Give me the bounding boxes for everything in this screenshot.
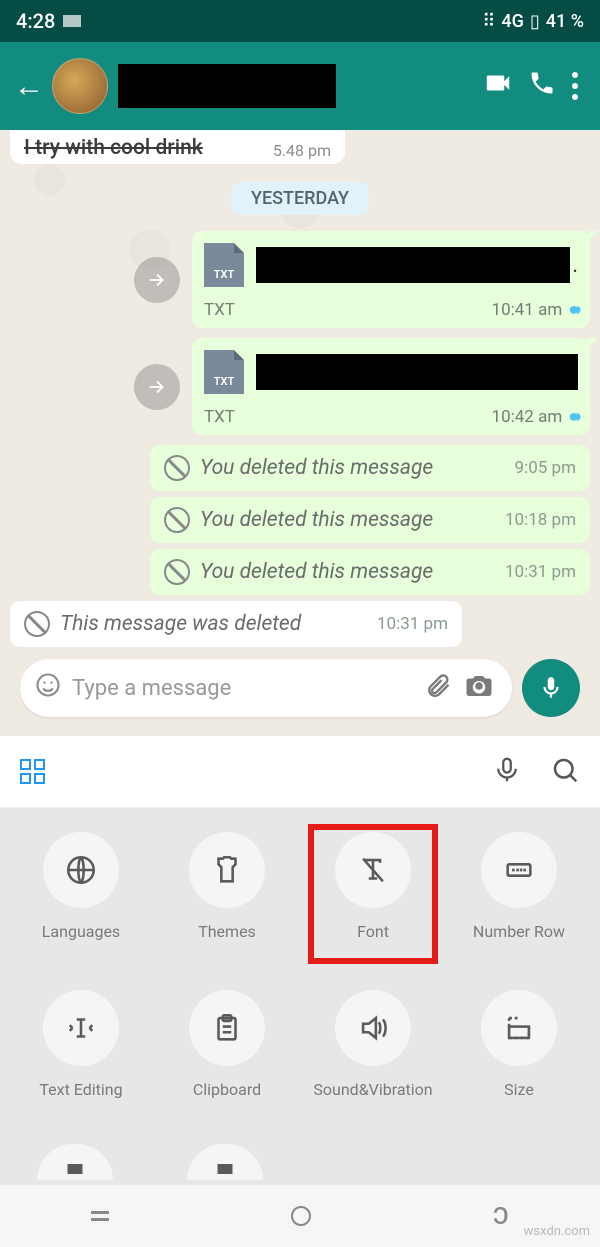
message-time: 10:31 pm — [377, 614, 448, 634]
keyboard-menu-icon[interactable] — [20, 759, 45, 784]
date-separator: YESTERDAY — [10, 182, 590, 215]
input-placeholder: Type a message — [72, 676, 416, 701]
read-receipt-icon: ●◗ — [568, 299, 578, 320]
keyboard-item-size[interactable]: Size — [446, 980, 592, 1134]
keyboard-item-sound-vibration[interactable]: Sound&Vibration — [300, 980, 446, 1134]
search-icon[interactable] — [550, 755, 580, 789]
keyboard-item-clipboard[interactable]: Clipboard — [154, 980, 300, 1134]
keyboard-item-languages[interactable]: Languages — [8, 822, 154, 976]
keyboard-panel-row3 — [0, 1140, 600, 1184]
filename-redacted — [256, 247, 570, 283]
deleted-message-in[interactable]: This message was deleted 10:31 pm — [10, 601, 462, 647]
back-arrow-icon[interactable]: ← — [14, 69, 44, 104]
network-label: 4G — [501, 11, 524, 32]
camera-icon[interactable] — [464, 671, 494, 705]
signal-icon: ⠿ — [482, 11, 495, 32]
message-time: 5.48 pm — [273, 141, 331, 160]
keyboard-item-number-row[interactable]: Number Row — [446, 822, 592, 976]
outgoing-file-message[interactable]: TXT TXT 10:42 am ●◗ — [192, 338, 590, 435]
keyboard-item-text-editing[interactable]: Text Editing — [8, 980, 154, 1134]
keyboard-item-font[interactable]: Font — [300, 822, 446, 976]
chat-body[interactable]: I try with cool drink 5.48 pm YESTERDAY … — [0, 130, 600, 736]
deleted-icon — [164, 507, 190, 533]
deleted-message-out[interactable]: You deleted this message 9:05 pm — [150, 445, 590, 491]
attach-icon[interactable] — [424, 672, 452, 704]
message-time: 10:42 am — [492, 407, 563, 427]
keyboard-item-partial[interactable] — [37, 1144, 113, 1180]
message-time: 9:05 pm — [515, 458, 576, 478]
battery-label: 41 % — [546, 11, 584, 32]
nav-recent-icon[interactable] — [91, 1211, 109, 1221]
status-time: 4:28 — [16, 9, 55, 33]
battery-icon: ▯ — [530, 11, 540, 32]
message-time: 10:41 am — [492, 300, 563, 320]
keyboard-toolbar — [0, 736, 600, 808]
chat-header: ← — [0, 42, 600, 130]
txt-file-icon: TXT — [204, 243, 244, 287]
deleted-icon — [24, 611, 50, 637]
emoji-icon[interactable] — [34, 671, 62, 706]
txt-file-icon: TXT — [204, 350, 244, 394]
incoming-message[interactable]: I try with cool drink 5.48 pm — [10, 130, 345, 164]
keyboard-item-partial[interactable] — [187, 1144, 263, 1180]
message-text: I try with cool drink — [24, 136, 203, 160]
deleted-message-out[interactable]: You deleted this message 10:18 pm — [150, 497, 590, 543]
message-time: 10:31 pm — [505, 562, 576, 582]
file-ext-label: TXT — [204, 407, 235, 427]
keyboard-item-themes[interactable]: Themes — [154, 822, 300, 976]
keyboard-settings-panel: Languages Themes Font Number Row Text Ed… — [0, 808, 600, 1140]
forward-icon[interactable] — [134, 364, 180, 410]
filename-redacted — [256, 354, 578, 390]
message-input-row: Type a message — [10, 653, 590, 727]
keyboard-indicator-icon — [63, 15, 81, 27]
contact-name-redacted[interactable] — [118, 64, 336, 108]
android-nav-bar: C — [0, 1184, 600, 1247]
more-options-icon[interactable] — [564, 72, 586, 100]
voice-call-icon[interactable] — [520, 69, 564, 104]
deleted-message-out[interactable]: You deleted this message 10:31 pm — [150, 549, 590, 595]
voice-input-icon[interactable] — [492, 755, 522, 789]
nav-back-icon[interactable]: C — [493, 1202, 509, 1230]
watermark: wsxdn.com — [524, 1224, 590, 1239]
contact-avatar[interactable] — [52, 58, 108, 114]
forward-icon[interactable] — [134, 257, 180, 303]
deleted-icon — [164, 455, 190, 481]
nav-home-icon[interactable] — [291, 1206, 311, 1226]
highlight-box — [308, 824, 438, 964]
message-time: 10:18 pm — [505, 510, 576, 530]
status-bar: 4:28 ⠿ 4G ▯ 41 % — [0, 0, 600, 42]
outgoing-file-message[interactable]: TXT . TXT 10:41 am ●◗ — [192, 231, 590, 328]
message-input[interactable]: Type a message — [20, 659, 512, 717]
read-receipt-icon: ●◗ — [568, 406, 578, 427]
video-call-icon[interactable] — [476, 68, 520, 105]
file-ext-label: TXT — [204, 300, 235, 320]
voice-record-button[interactable] — [522, 659, 580, 717]
deleted-icon — [164, 559, 190, 585]
